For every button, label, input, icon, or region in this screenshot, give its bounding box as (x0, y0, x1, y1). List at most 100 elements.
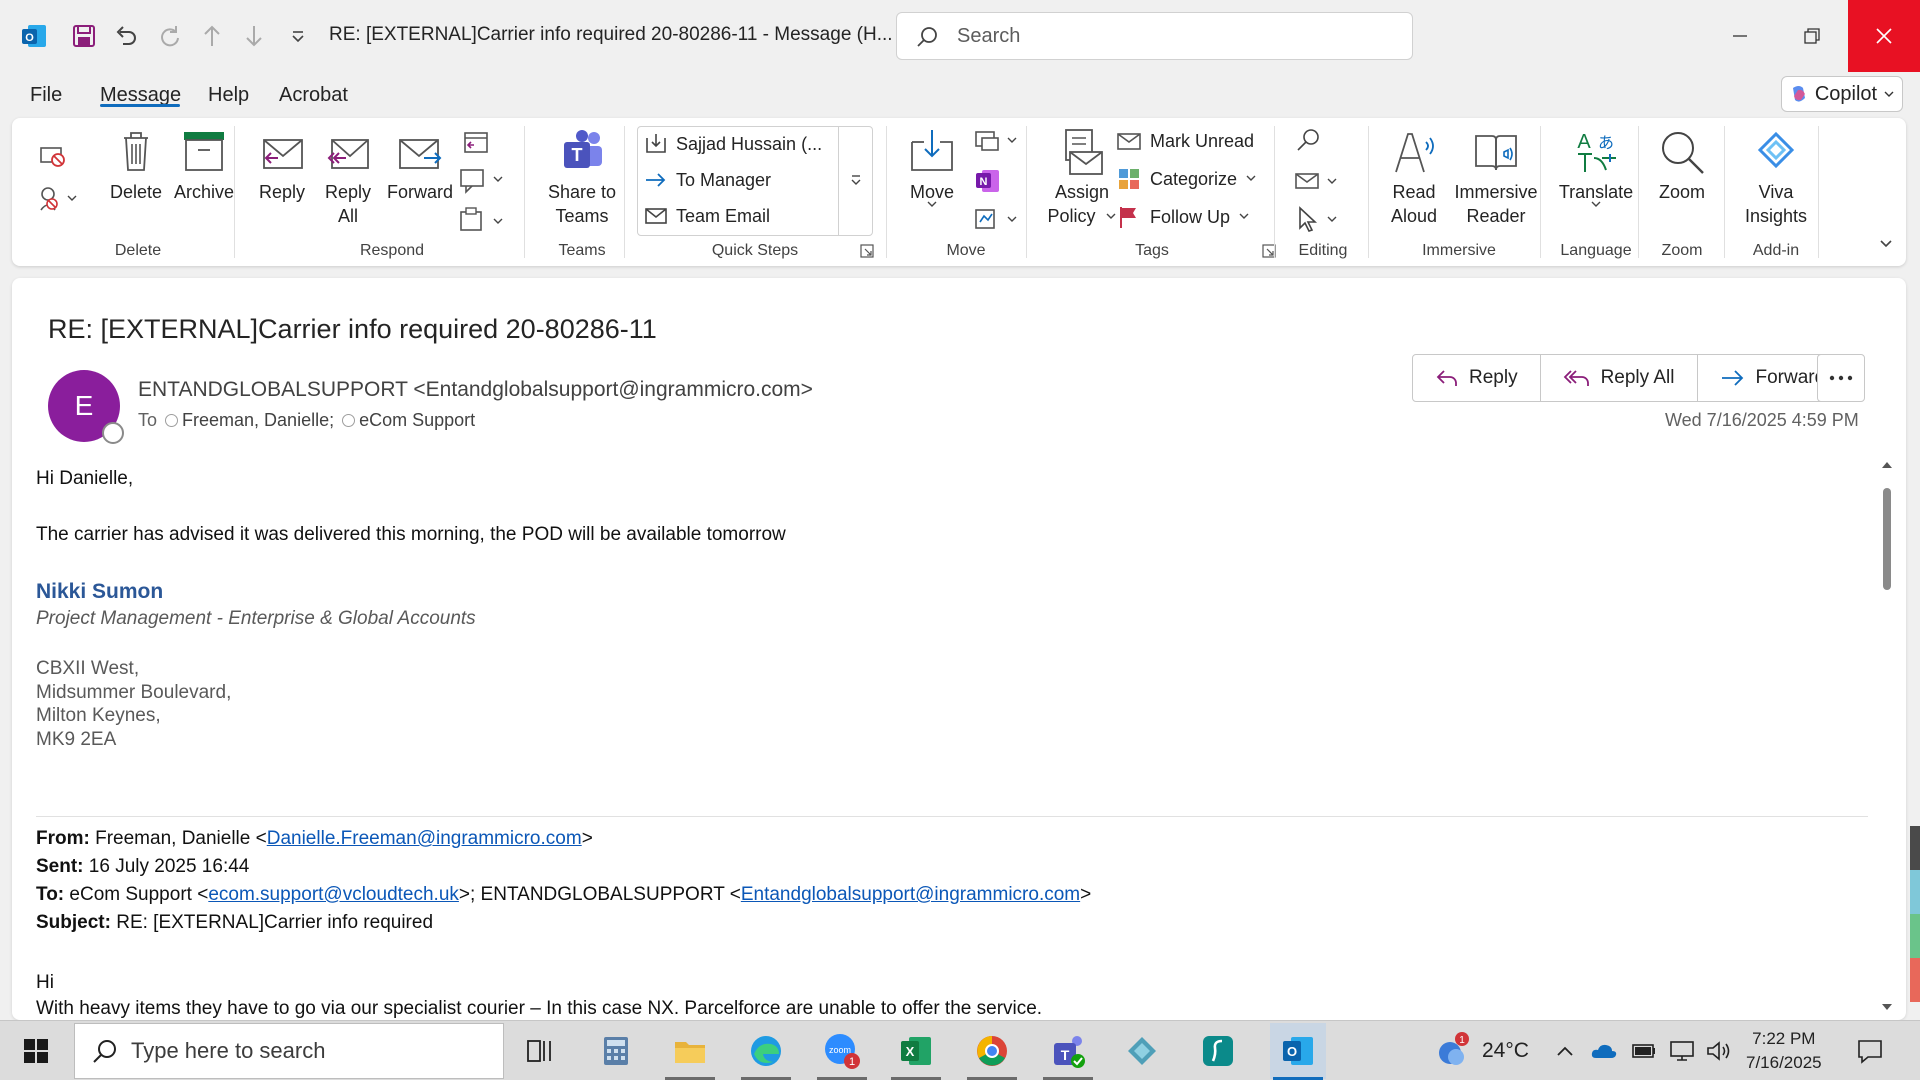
previous-item-icon[interactable] (194, 18, 230, 54)
rules-icon (975, 131, 1017, 151)
scroll-up-icon[interactable] (1880, 458, 1894, 470)
global-support-email-link[interactable]: Entandglobalsupport@ingrammicro.com (741, 884, 1080, 905)
assign-policy-icon (1065, 129, 1103, 175)
related-button[interactable] (1288, 166, 1348, 200)
meeting-reply-button[interactable] (454, 128, 498, 160)
scroll-down-icon[interactable] (1880, 1002, 1894, 1014)
quick-step-sajjad[interactable]: Sajjad Hussain (... (644, 132, 822, 156)
search-input[interactable]: Search (896, 12, 1413, 60)
onedrive-tray-icon[interactable] (1588, 1029, 1620, 1073)
read-aloud-button[interactable]: Read Aloud (1374, 128, 1454, 228)
vertical-scrollbar[interactable] (1878, 458, 1896, 1014)
group-quick-steps: Quick Steps (711, 242, 799, 259)
more-actions-button[interactable] (1817, 354, 1865, 402)
find-button[interactable] (1288, 126, 1328, 160)
zoom-app[interactable]: zoom 1 (820, 1029, 864, 1073)
notifications-button[interactable] (1848, 1029, 1892, 1073)
select-button[interactable] (1288, 204, 1348, 238)
taskbar-search-input[interactable]: Type here to search (74, 1023, 504, 1079)
move-button[interactable]: Move (896, 128, 968, 214)
next-item-icon[interactable] (236, 18, 272, 54)
quick-step-to-manager[interactable]: To Manager (644, 168, 771, 192)
file-explorer-app[interactable] (668, 1029, 712, 1073)
scroll-thumb[interactable] (1883, 488, 1891, 590)
task-view-button[interactable] (518, 1029, 562, 1073)
forward-arrow-icon (1721, 370, 1743, 386)
sketch-app[interactable] (1196, 1029, 1240, 1073)
share-to-teams-button[interactable]: T Share to Teams (534, 128, 630, 228)
dialog-launcher-icon[interactable] (860, 244, 874, 258)
categorize-label: Categorize (1150, 168, 1238, 189)
excel-app[interactable]: X (894, 1029, 938, 1073)
forward-ribbon-button[interactable]: Forward (380, 128, 460, 204)
weather-widget[interactable]: 1 (1430, 1029, 1474, 1073)
reply-all-button[interactable]: Reply All (1541, 355, 1698, 401)
follow-up-button[interactable]: Follow Up (1116, 204, 1250, 230)
categorize-button[interactable]: Categorize (1116, 166, 1257, 192)
teams-app[interactable]: T (1046, 1029, 1090, 1073)
battery-tray-icon[interactable] (1628, 1029, 1660, 1073)
quick-step-label: Team Email (676, 205, 771, 226)
mail-icon (645, 208, 667, 224)
teams-icon: T (564, 130, 602, 168)
actions-button[interactable] (968, 204, 1028, 238)
menu-file[interactable]: File (30, 84, 62, 107)
translate-button[interactable]: Aあ Translate (1548, 128, 1644, 214)
copilot-label: Copilot (1814, 82, 1878, 105)
volume-tray-icon[interactable] (1702, 1029, 1734, 1073)
sender-name[interactable]: ENTANDGLOBALSUPPORT <Entandglobalsupport… (138, 378, 813, 402)
immersive-reader-button[interactable]: Immersive Reader (1448, 128, 1544, 228)
archive-button[interactable]: Archive (166, 128, 242, 204)
edge-icon (751, 1036, 781, 1066)
recipient-freeman[interactable]: Freeman, Danielle; (165, 410, 334, 431)
from-email-link[interactable]: Danielle.Freeman@ingrammicro.com (267, 828, 582, 849)
excel-icon: X (901, 1037, 931, 1065)
minimize-button[interactable] (1704, 0, 1776, 72)
reading-pane: RE: [EXTERNAL]Carrier info required 20-8… (12, 278, 1906, 1020)
quick-steps-expand-button[interactable] (838, 126, 873, 236)
delete-button[interactable]: Delete (98, 128, 174, 204)
reply-all-arrow-icon (1563, 370, 1589, 386)
generic-app-diamond[interactable] (1120, 1029, 1164, 1073)
move-to-folder-icon (646, 134, 666, 153)
menu-acrobat[interactable]: Acrobat (279, 84, 348, 107)
calculator-app[interactable] (594, 1029, 638, 1073)
reply-ribbon-button[interactable]: Reply (248, 128, 316, 204)
copilot-button[interactable]: Copilot (1781, 76, 1903, 112)
redo-icon[interactable] (152, 18, 188, 54)
quick-step-team-email[interactable]: Team Email (644, 204, 770, 228)
ribbon-expand-icon[interactable] (1878, 236, 1894, 252)
temperature[interactable]: 24°C (1482, 1039, 1529, 1063)
chrome-app[interactable] (970, 1029, 1014, 1073)
cloud-icon (1591, 1044, 1617, 1058)
menu-help[interactable]: Help (208, 84, 249, 107)
rules-button[interactable] (968, 126, 1028, 160)
restore-button[interactable] (1776, 0, 1848, 72)
more-respond-button[interactable] (454, 206, 514, 238)
separator (1638, 126, 1639, 258)
save-icon[interactable] (66, 18, 102, 54)
close-button[interactable] (1848, 0, 1920, 72)
reply-all-ribbon-button[interactable]: Reply All (314, 128, 382, 228)
battery-icon (1632, 1044, 1655, 1058)
mark-unread-button[interactable]: Mark Unread (1116, 128, 1254, 154)
clean-up-button[interactable] (32, 184, 88, 218)
im-reply-button[interactable] (454, 166, 514, 198)
windows-icon (24, 1039, 48, 1063)
outlook-app[interactable]: O (1270, 1023, 1326, 1079)
find-icon (1297, 129, 1319, 151)
network-tray-icon[interactable] (1666, 1029, 1698, 1073)
customize-toolbar-icon[interactable] (280, 18, 316, 54)
zoom-button[interactable]: Zoom (1646, 128, 1718, 204)
edge-app[interactable] (744, 1029, 788, 1073)
windows-start-button[interactable] (14, 1029, 58, 1073)
show-hidden-icons-button[interactable] (1550, 1029, 1580, 1073)
ignore-button[interactable] (32, 140, 72, 174)
undo-icon[interactable] (108, 18, 144, 54)
onenote-button[interactable]: N (968, 166, 1008, 200)
viva-insights-button[interactable]: Viva Insights (1734, 128, 1818, 228)
clock[interactable]: 7:22 PM 7/16/2025 (1746, 1027, 1822, 1075)
ecom-email-link[interactable]: ecom.support@vcloudtech.uk (208, 884, 459, 905)
reply-button[interactable]: Reply (1413, 355, 1541, 401)
recipient-ecom[interactable]: eCom Support (342, 410, 475, 431)
